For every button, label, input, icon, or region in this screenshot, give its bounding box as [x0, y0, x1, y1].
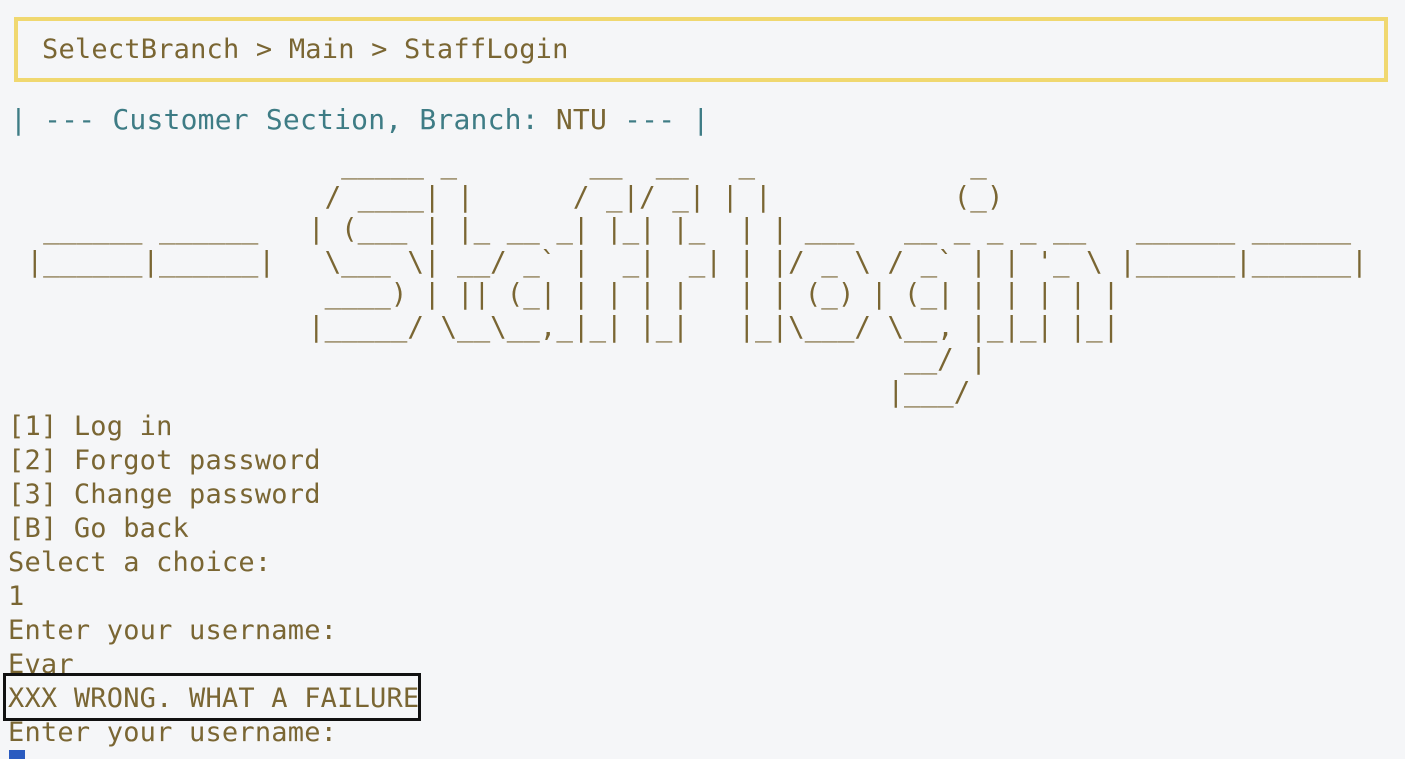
text-cursor[interactable] [9, 750, 25, 759]
choice-prompt: Select a choice: [8, 547, 272, 578]
terminal-output: [1] Log in [2] Forgot password [3] Chang… [8, 410, 419, 750]
staff-login-banner: _____ _ __ __ _ _ / ____| | / _|/ _| | |… [26, 148, 1368, 408]
username-prompt: Enter your username: [8, 615, 338, 646]
breadcrumb: SelectBranch > Main > StaffLogin [42, 34, 569, 65]
menu-option-login: [1] Log in [8, 411, 173, 442]
menu-option-change-password: [3] Change password [8, 479, 321, 510]
section-header-suffix: --- | [607, 103, 710, 136]
username-entered: Evar [8, 649, 74, 680]
username-prompt-retry: Enter your username: [8, 717, 338, 748]
menu-option-forgot-password: [2] Forgot password [8, 445, 321, 476]
section-header-prefix: | --- Customer Section, Branch: [10, 103, 556, 136]
section-header: | --- Customer Section, Branch: NTU --- … [10, 100, 709, 140]
branch-name: NTU [555, 103, 608, 136]
choice-entered: 1 [8, 581, 25, 612]
error-message: XXX WRONG. WHAT A FAILURE [8, 683, 420, 714]
menu-option-go-back: [B] Go back [8, 513, 190, 544]
breadcrumb-bar: SelectBranch > Main > StaffLogin [14, 17, 1388, 82]
